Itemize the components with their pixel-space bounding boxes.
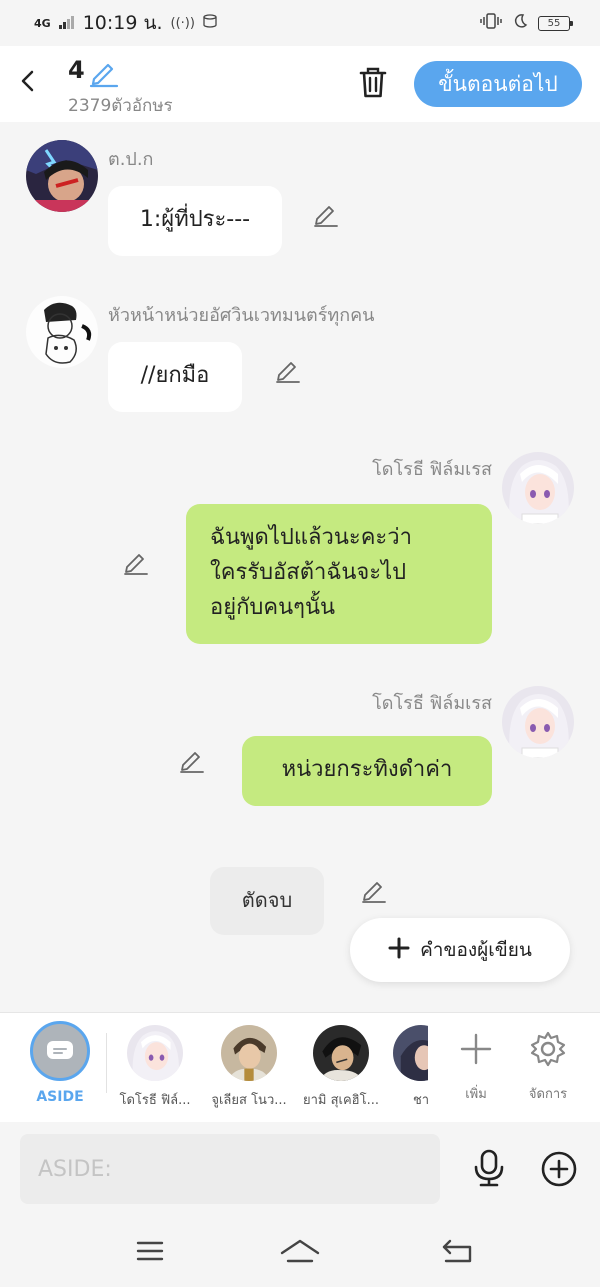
character-avatar [313, 1025, 369, 1081]
plus-icon [456, 1029, 496, 1069]
character-avatar-image [502, 452, 574, 524]
sender-name: โดโรธี ฟิล์มเรส [372, 693, 492, 714]
gear-icon [528, 1029, 568, 1069]
manage-characters-label: จัดการ [528, 1087, 568, 1102]
character-bar: ASIDE โดโรธี ฟิล์... จูเลียส โนว... ยามิ… [0, 1012, 600, 1122]
message-line: อยู่กับคนๆนั้น [210, 595, 336, 620]
trash-icon [359, 67, 387, 98]
divider [106, 1033, 107, 1093]
attach-button[interactable] [540, 1150, 578, 1188]
message-bubble[interactable]: 1:ผู้ที่ประ--- [108, 186, 282, 256]
pencil-icon [180, 752, 204, 773]
edit-title-button[interactable] [88, 58, 120, 88]
vibrate-icon [480, 13, 502, 33]
message-bubble[interactable]: //ยกมือ [108, 342, 242, 412]
speech-bubble-icon [47, 1041, 73, 1059]
add-author-note-button[interactable]: คำของผู้เขียน [350, 918, 570, 982]
sender-name: หัวหน้าหน่วยอัศวินเวทมนตร์ทุกคน [108, 305, 375, 326]
moon-icon [512, 13, 528, 33]
message-line: ใครรับอัสต้าฉันจะไป [210, 560, 407, 585]
battery-level: 55 [547, 17, 561, 29]
message-line: ฉันพูดไปแล้วนะคะว่า [210, 525, 412, 550]
pencil-icon [124, 554, 148, 575]
system-nav-bar [0, 1217, 600, 1287]
add-character-label: เพิ่ม [465, 1087, 487, 1102]
edit-message-button[interactable] [178, 746, 206, 774]
character-avatar [127, 1025, 183, 1081]
plus-icon [388, 936, 410, 964]
chevron-left-icon [21, 70, 34, 92]
character-name: ชา [412, 1093, 428, 1108]
avatar-sender-1[interactable] [26, 140, 98, 212]
return-icon [442, 1239, 472, 1263]
pencil-icon [314, 206, 338, 227]
aside-avatar [30, 1021, 90, 1081]
home-icon [280, 1239, 320, 1263]
character-item[interactable]: โดโรธี ฟิล์... [112, 1025, 198, 1110]
chat-area[interactable]: ต.ป.ก 1:ผู้ที่ประ--- หัวหน้าหน่วยอัศวินเ… [0, 122, 600, 1012]
plus-circle-icon [541, 1151, 577, 1187]
menu-icon [136, 1241, 164, 1261]
avatar-sender-4[interactable] [502, 686, 574, 758]
character-item[interactable]: จูเลียส โนว... [206, 1025, 292, 1110]
end-marker[interactable]: ตัดจบ [210, 867, 324, 935]
character-avatar [221, 1025, 277, 1081]
edit-message-button[interactable] [312, 200, 340, 228]
status-time: 10:19 น. [82, 12, 163, 34]
edit-end-button[interactable] [360, 876, 388, 904]
sender-name: ต.ป.ก [108, 149, 154, 170]
voice-input-button[interactable] [470, 1148, 508, 1188]
delete-button[interactable] [356, 64, 390, 100]
microphone-icon [474, 1149, 504, 1187]
message-bubble[interactable]: หน่วยกระทิงดำค่า [242, 736, 492, 806]
home-button[interactable] [280, 1235, 320, 1267]
storage-icon [203, 14, 217, 32]
character-avatar [393, 1025, 428, 1081]
manage-characters-button[interactable]: จัดการ [518, 1029, 578, 1104]
character-item[interactable]: ชา [378, 1025, 428, 1110]
input-bar [0, 1122, 600, 1217]
menu-button[interactable] [130, 1235, 170, 1267]
battery-icon: 55 [538, 15, 573, 31]
back-button[interactable] [14, 64, 42, 98]
sender-name: โดโรธี ฟิล์มเรส [372, 459, 492, 480]
pencil-icon [89, 63, 119, 88]
character-name: ยามิ สุเคฮิโ... [302, 1093, 379, 1108]
network-indicator: 4G [34, 16, 51, 30]
character-avatar-image [26, 140, 98, 212]
back-nav-button[interactable] [438, 1235, 478, 1267]
character-avatar-image [26, 296, 98, 368]
add-character-button[interactable]: เพิ่ม [446, 1029, 506, 1104]
message-input[interactable] [20, 1134, 440, 1204]
aside-label: ASIDE [36, 1089, 84, 1105]
next-step-button[interactable]: ขั้นตอนต่อไป [414, 61, 582, 107]
add-author-note-label: คำของผู้เขียน [420, 939, 532, 961]
character-name: โดโรธี ฟิล์... [119, 1093, 191, 1108]
top-bar: 4 2379ตัวอักษร ขั้นตอนต่อไป [0, 46, 600, 122]
message-bubble[interactable]: ฉันพูดไปแล้วนะคะว่า ใครรับอัสต้าฉันจะไป … [186, 504, 492, 644]
signal-icon [58, 12, 75, 34]
character-item[interactable]: ยามิ สุเคฮิโ... [298, 1025, 384, 1110]
episode-count: 4 [68, 56, 85, 84]
edit-message-button[interactable] [274, 356, 302, 384]
avatar-sender-2[interactable] [26, 296, 98, 368]
hotspot-icon: ((·)) [170, 15, 195, 31]
avatar-sender-3[interactable] [502, 452, 574, 524]
character-name: จูเลียส โนว... [211, 1093, 287, 1108]
character-list[interactable]: โดโรธี ฟิล์... จูเลียส โนว... ยามิ สุเคฮ… [108, 1013, 428, 1123]
status-bar: 4G 10:19 น. ((·)) 55 [0, 0, 600, 46]
character-count: 2379ตัวอักษร [68, 96, 173, 116]
aside-tab[interactable]: ASIDE [22, 1021, 98, 1105]
character-avatar-image [502, 686, 574, 758]
edit-message-button[interactable] [122, 548, 150, 576]
pencil-icon [362, 882, 386, 903]
pencil-icon [276, 362, 300, 383]
